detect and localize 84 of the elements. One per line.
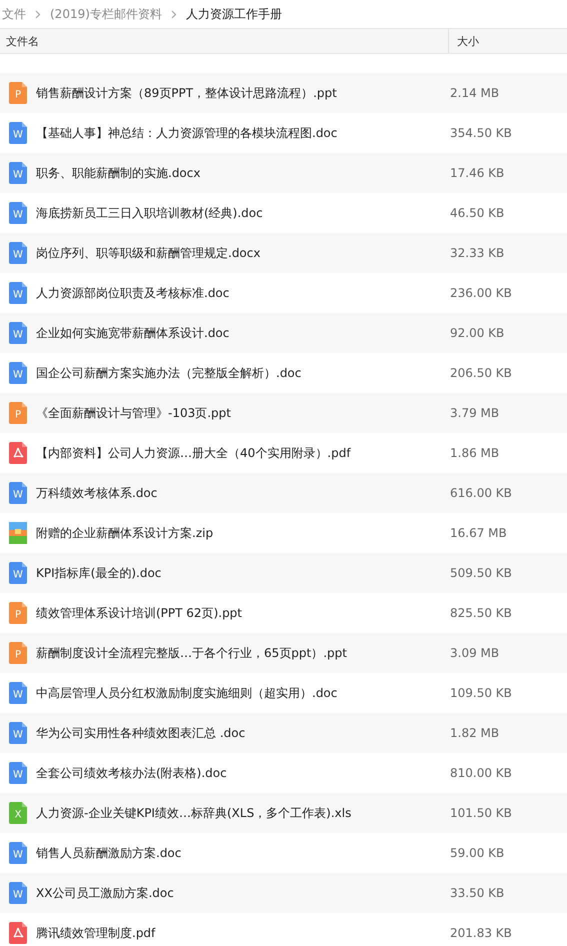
spreadsheet-file-icon: X xyxy=(9,802,27,824)
breadcrumb-link[interactable]: 文件 xyxy=(2,6,26,22)
breadcrumb-link[interactable]: (2019)专栏邮件资料 xyxy=(50,6,162,22)
file-row[interactable]: P 薪酬制度设计全流程完整版…于各个行业，65页ppt）.ppt 3.09 MB xyxy=(0,633,567,673)
file-row[interactable]: W KPI指标库(最全的).doc 509.50 KB xyxy=(0,553,567,593)
file-size: 92.00 KB xyxy=(449,326,504,340)
file-name: 薪酬制度设计全流程完整版…于各个行业，65页ppt）.ppt xyxy=(36,644,348,662)
file-name: 销售薪酬设计方案（89页PPT，整体设计思路流程）.ppt xyxy=(36,84,338,102)
document-file-icon: W xyxy=(9,202,27,224)
presentation-file-icon: P xyxy=(9,82,27,104)
file-size: 32.33 KB xyxy=(449,246,504,260)
file-size: 206.50 KB xyxy=(449,366,512,380)
file-name: 国企公司薪酬方案实施办法（完整版全解析）.doc xyxy=(36,364,302,382)
file-name: 腾讯绩效管理制度.pdf xyxy=(36,924,156,942)
file-row[interactable]: P 销售薪酬设计方案（89页PPT，整体设计思路流程）.ppt 2.14 MB xyxy=(0,73,567,113)
document-file-icon: W xyxy=(9,762,27,784)
file-size: 3.09 MB xyxy=(449,646,500,660)
document-file-icon: W xyxy=(9,322,27,344)
file-name: 万科绩效考核体系.doc xyxy=(36,484,158,502)
column-header[interactable]: 大小 xyxy=(457,34,479,48)
file-name: 岗位序列、职等职级和薪酬管理规定.docx xyxy=(36,244,262,262)
file-size: 16.67 MB xyxy=(449,526,507,540)
file-name: 人力资源部岗位职责及考核标准.doc xyxy=(36,284,230,302)
file-size: 109.50 KB xyxy=(449,686,512,700)
file-name: XX公司员工激励方案.doc xyxy=(36,884,175,902)
file-size: 46.50 KB xyxy=(449,206,504,220)
breadcrumb-link[interactable]: 人力资源工作手册 xyxy=(186,6,282,22)
file-row[interactable]: W 职务、职能薪酬制的实施.docx 17.46 KB xyxy=(0,153,567,193)
file-name: 海底捞新员工三日入职培训教材(经典).doc xyxy=(36,204,264,222)
file-row[interactable]: X 人力资源-企业关键KPI绩效…标辞典(XLS，多个工作表).xls 101.50 KB xyxy=(0,793,567,833)
presentation-file-icon: P xyxy=(9,402,27,424)
file-name: 附赠的企业薪酬体系设计方案.zip xyxy=(36,524,214,542)
file-size: 59.00 KB xyxy=(449,846,504,860)
file-name: 华为公司实用性各种绩效图表汇总 .doc xyxy=(36,724,246,742)
file-row[interactable]: P 《全面薪酬设计与管理》-103页.ppt 3.79 MB xyxy=(0,393,567,433)
file-name: 中高层管理人员分红权激励制度实施细则（超实用）.doc xyxy=(36,684,338,702)
archive-icon xyxy=(9,522,27,544)
file-name: 人力资源-企业关键KPI绩效…标辞典(XLS，多个工作表).xls xyxy=(36,804,352,822)
file-size: 1.86 MB xyxy=(449,446,500,460)
document-file-icon: W xyxy=(9,282,27,304)
file-row[interactable]: W 企业如何实施宽带薪酬体系设计.doc 92.00 KB xyxy=(0,313,567,353)
file-name: 销售人员薪酬激励方案.doc xyxy=(36,844,182,862)
file-name: 【基础人事】神总结：人力资源管理的各模块流程图.doc xyxy=(36,124,338,142)
document-file-icon: W xyxy=(9,882,27,904)
file-size: 201.83 KB xyxy=(449,926,512,940)
file-size: 3.79 MB xyxy=(449,406,500,420)
file-row[interactable]: W 岗位序列、职等职级和薪酬管理规定.docx 32.33 KB xyxy=(0,233,567,273)
document-file-icon: W xyxy=(9,242,27,264)
file-name: 全套公司绩效考核办法(附表格).doc xyxy=(36,764,228,782)
document-file-icon: W xyxy=(9,482,27,504)
file-size: 17.46 KB xyxy=(449,166,504,180)
document-file-icon: W xyxy=(9,682,27,704)
file-name: 企业如何实施宽带薪酬体系设计.doc xyxy=(36,324,230,342)
column-header[interactable]: 文件名 xyxy=(6,34,39,48)
file-row[interactable]: W 华为公司实用性各种绩效图表汇总 .doc 1.82 MB xyxy=(0,713,567,753)
file-size: 616.00 KB xyxy=(449,486,512,500)
file-size: 825.50 KB xyxy=(449,606,512,620)
file-name: 职务、职能薪酬制的实施.docx xyxy=(36,164,202,182)
file-row[interactable]: W 万科绩效考核体系.doc 616.00 KB xyxy=(0,473,567,513)
file-size: 236.00 KB xyxy=(449,286,512,300)
file-size: 354.50 KB xyxy=(449,126,512,140)
file-size: 509.50 KB xyxy=(449,566,512,580)
file-name: 【内部资料】公司人力资源…册大全（40个实用附录）.pdf xyxy=(36,444,352,462)
file-size: 2.14 MB xyxy=(449,86,500,100)
file-size: 1.82 MB xyxy=(449,726,500,740)
file-name: KPI指标库(最全的).doc xyxy=(36,564,162,582)
file-size: 33.50 KB xyxy=(449,886,504,900)
document-file-icon: W xyxy=(9,842,27,864)
file-row[interactable]: W XX公司员工激励方案.doc 33.50 KB xyxy=(0,873,567,913)
file-size: 810.00 KB xyxy=(449,766,512,780)
document-file-icon: W xyxy=(9,362,27,384)
presentation-file-icon: P xyxy=(9,602,27,624)
file-size: 101.50 KB xyxy=(449,806,512,820)
presentation-file-icon: P xyxy=(9,642,27,664)
document-file-icon: W xyxy=(9,162,27,184)
file-name: 绩效管理体系设计培训(PPT 62页).ppt xyxy=(36,604,244,622)
chevron-right-icon xyxy=(35,10,41,18)
pdf-file-icon xyxy=(9,922,27,944)
document-file-icon: W xyxy=(9,122,27,144)
pdf-file-icon xyxy=(9,442,27,464)
file-name: 《全面薪酬设计与管理》-103页.ppt xyxy=(36,404,232,422)
chevron-right-icon xyxy=(170,10,177,18)
document-file-icon: W xyxy=(9,722,27,744)
document-file-icon: W xyxy=(9,562,27,584)
